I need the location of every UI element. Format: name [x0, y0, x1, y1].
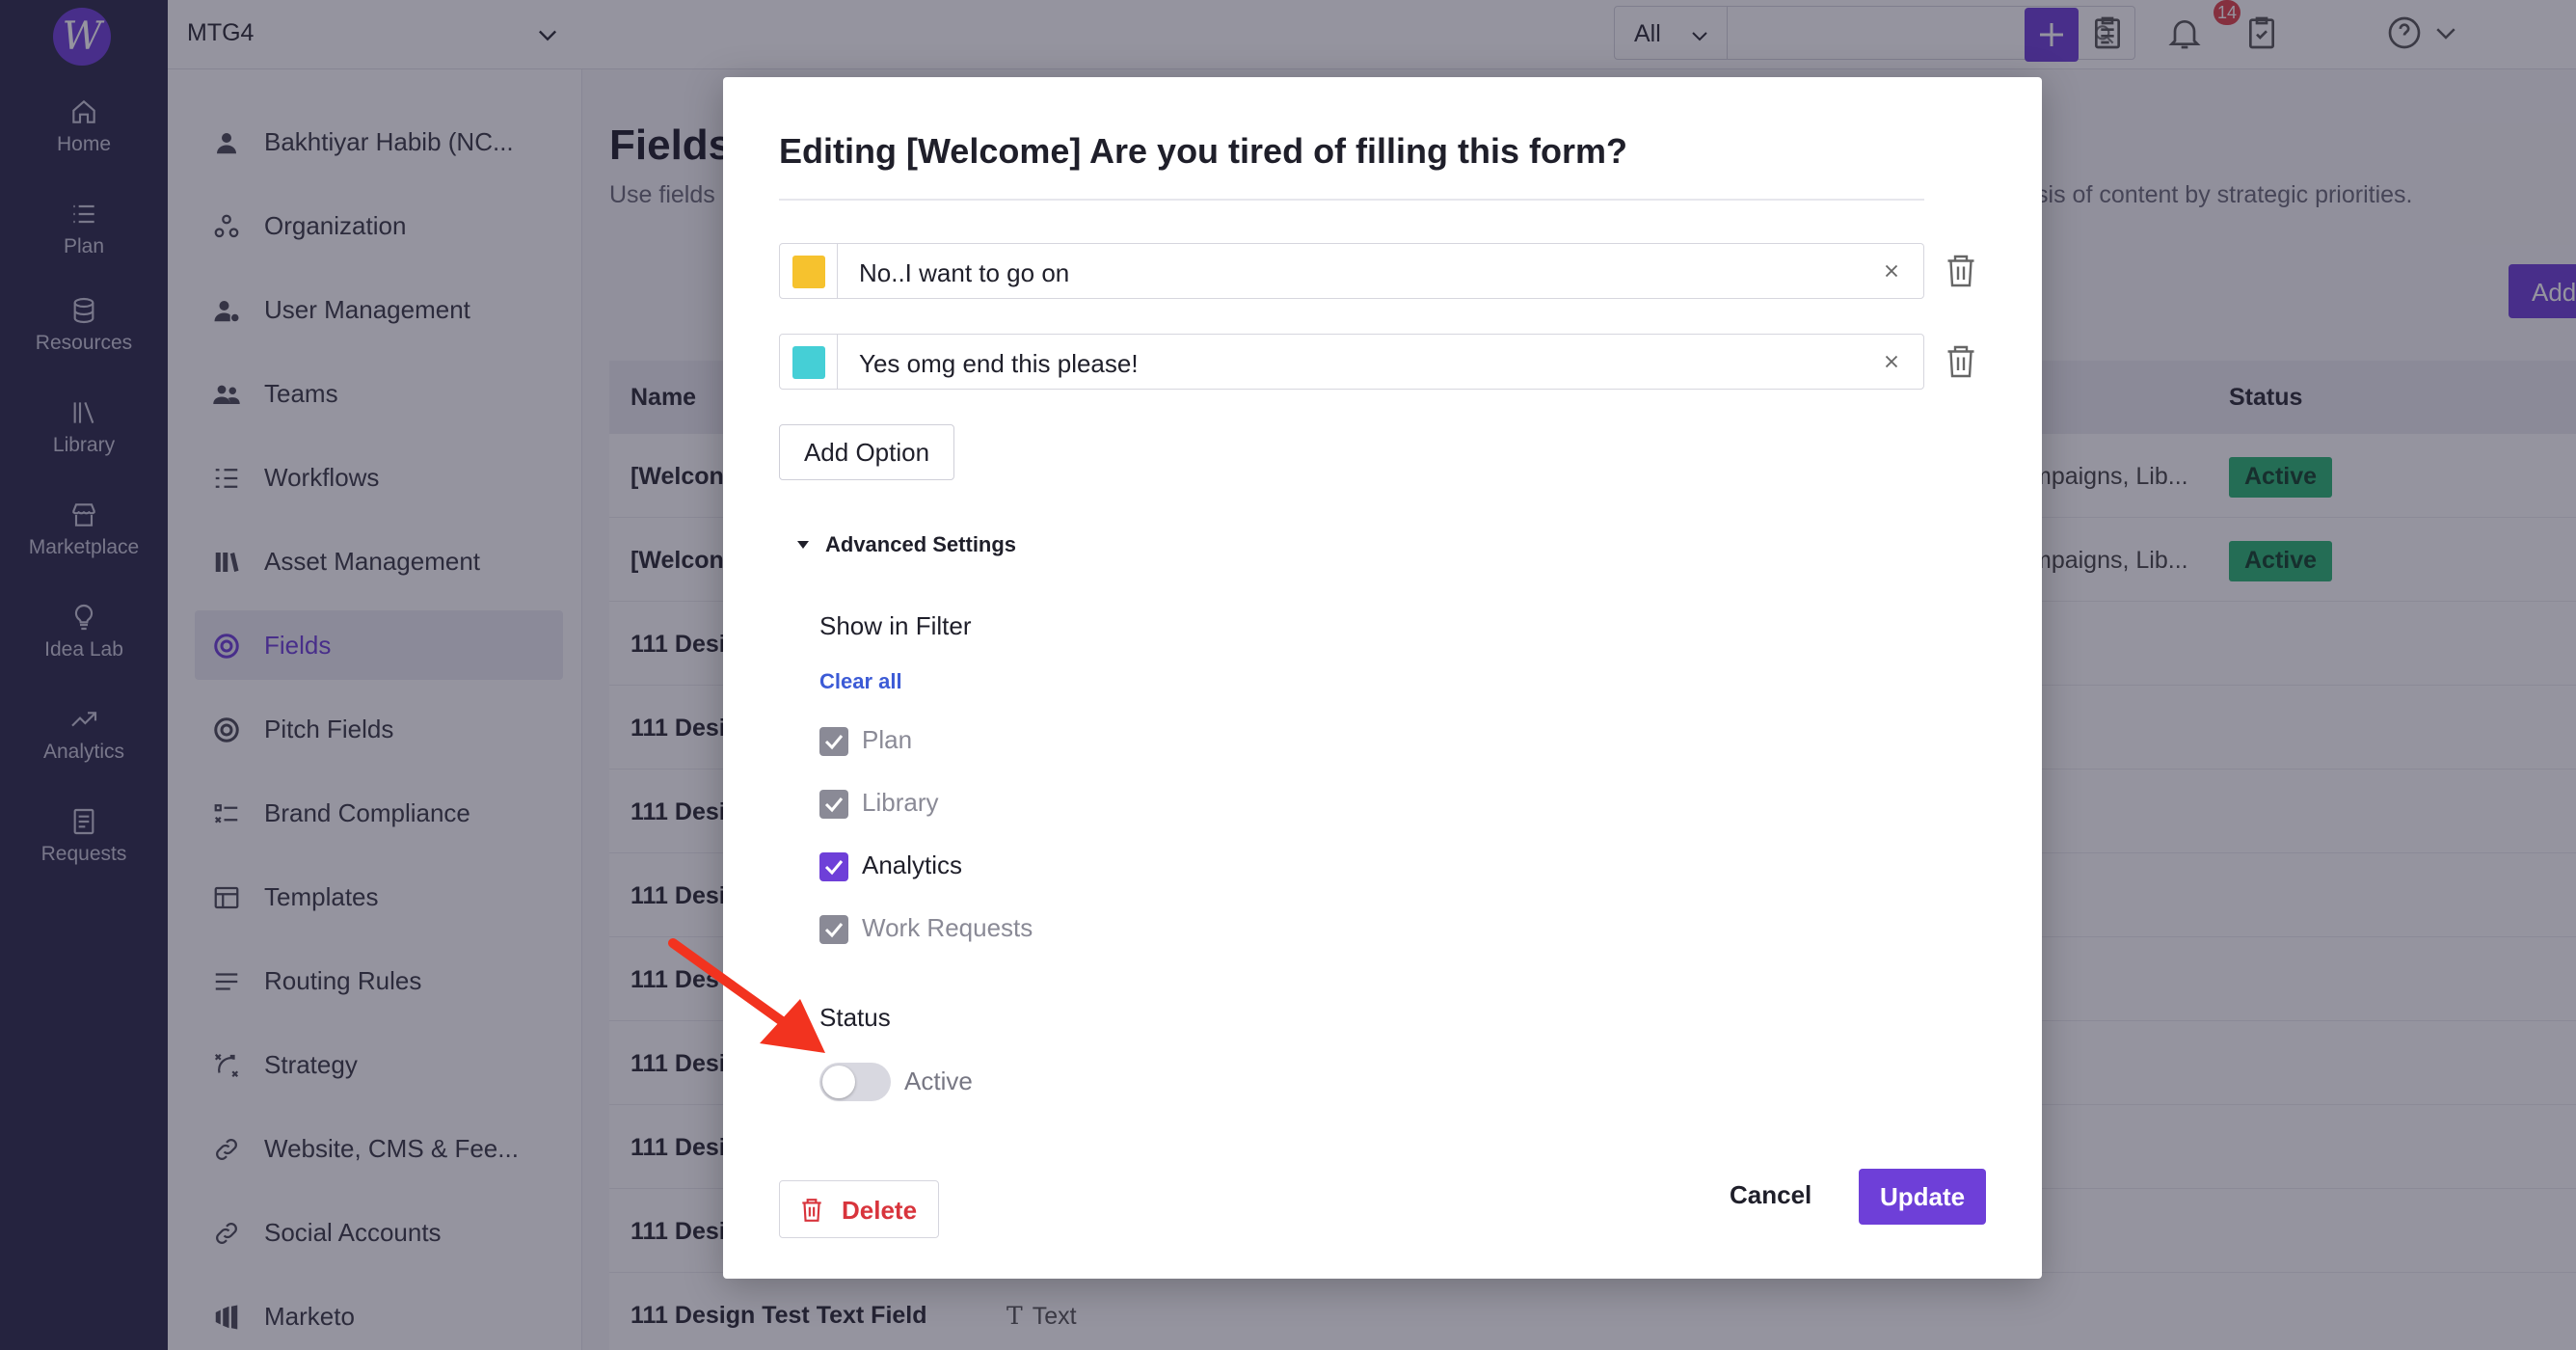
option-row: No..I want to go on [779, 243, 1924, 299]
filter-label: Analytics [862, 850, 963, 879]
close-icon[interactable] [1881, 351, 1902, 372]
filter-label: Library [862, 788, 939, 817]
toggle-knob [822, 1066, 855, 1098]
filter-label: Plan [862, 725, 913, 754]
scrolled-option-edge [779, 199, 1924, 201]
color-swatch [792, 256, 825, 288]
add-option-button[interactable]: Add Option [779, 424, 954, 480]
filter-label: Work Requests [862, 913, 1033, 942]
trash-icon [802, 1199, 821, 1222]
trash-icon[interactable] [1944, 252, 1978, 290]
annotation-arrow-icon [668, 938, 825, 1053]
advanced-settings-label: Advanced Settings [825, 532, 1017, 556]
check-icon [824, 735, 844, 750]
clear-all-link[interactable]: Clear all [819, 669, 902, 694]
option-input[interactable]: No..I want to go on [859, 258, 1069, 288]
cancel-button[interactable]: Cancel [1730, 1180, 1811, 1210]
delete-button[interactable]: Delete [779, 1180, 939, 1238]
option-color-picker[interactable] [780, 244, 838, 298]
filter-checkbox-library[interactable] [819, 790, 848, 819]
trash-icon[interactable] [1944, 342, 1978, 381]
filter-checkbox-analytics[interactable] [819, 852, 848, 881]
update-button[interactable]: Update [1859, 1169, 1986, 1225]
show-in-filter-label: Show in Filter [819, 611, 972, 640]
color-swatch [792, 346, 825, 379]
check-icon [824, 797, 844, 813]
delete-label: Delete [842, 1196, 918, 1225]
close-icon[interactable] [1881, 260, 1902, 282]
option-input[interactable]: Yes omg end this please! [859, 349, 1139, 379]
modal-title: Editing [Welcome] Are you tired of filli… [779, 131, 1628, 171]
edit-field-modal: Editing [Welcome] Are you tired of filli… [723, 77, 2042, 1279]
status-toggle[interactable] [819, 1063, 891, 1101]
caret-down-icon [797, 541, 809, 549]
option-color-picker[interactable] [780, 335, 838, 389]
filter-checkbox-plan[interactable] [819, 727, 848, 756]
status-toggle-label: Active [904, 1066, 973, 1095]
check-icon [824, 860, 844, 876]
option-row: Yes omg end this please! [779, 334, 1924, 390]
